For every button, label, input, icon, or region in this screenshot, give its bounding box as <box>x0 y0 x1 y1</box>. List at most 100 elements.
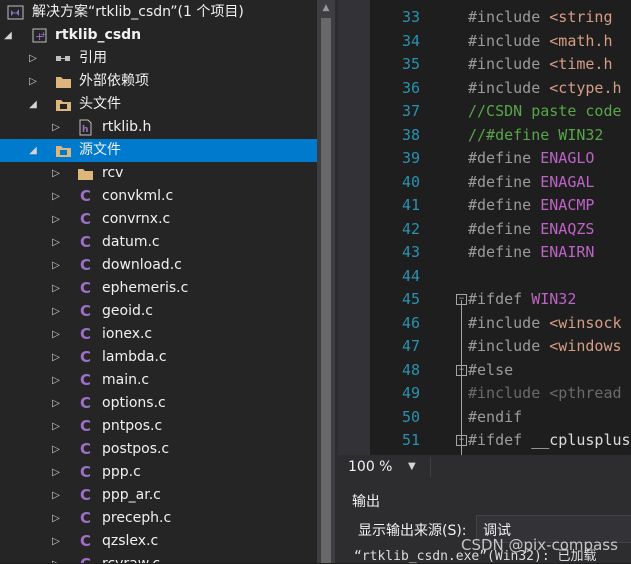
expand-arrow-icon[interactable]: ▷ <box>27 70 39 93</box>
expand-arrow-icon[interactable]: ▷ <box>50 300 62 323</box>
code-line[interactable]: #ifdef WIN32 <box>468 288 576 312</box>
expand-arrow-icon[interactable]: ▷ <box>50 185 62 208</box>
code-token: //#define WIN32 <box>468 125 604 144</box>
expand-arrow-icon[interactable]: ▷ <box>50 231 62 254</box>
code-line[interactable]: //CSDN paste code <box>468 100 622 124</box>
source-file-item[interactable]: ▷ Cconvkml.c <box>0 185 317 208</box>
source-file-item[interactable]: ▷ Cionex.c <box>0 323 317 346</box>
collapse-arrow-icon[interactable]: ◢ <box>27 139 39 162</box>
headers-label: 头文件 <box>79 96 121 112</box>
c-file-icon: C <box>79 394 91 412</box>
source-file-item[interactable]: ▷ Cgeoid.c <box>0 300 317 323</box>
source-file-item[interactable]: ▷ Cconvrnx.c <box>0 208 317 231</box>
preprocessor-directive: #define <box>468 149 541 167</box>
expand-arrow-icon[interactable]: ▷ <box>50 346 62 369</box>
source-file-item[interactable]: ▷ Coptions.c <box>0 392 317 415</box>
expand-arrow-icon[interactable]: ▷ <box>50 116 62 139</box>
c-file-icon: C <box>79 187 91 205</box>
expand-arrow-icon[interactable]: ▷ <box>50 461 62 484</box>
line-number: 48 <box>401 360 420 379</box>
line-number: 35 <box>401 55 420 73</box>
project-label: rtklib_csdn <box>55 27 142 43</box>
code-line[interactable]: #ifdef __cplusplus <box>468 429 631 453</box>
scrollbar-thumb[interactable] <box>321 18 331 563</box>
code-line[interactable]: #define ENAIRN <box>468 241 594 265</box>
output-source-label: 显示输出来源(S): <box>358 523 467 539</box>
line-number: 36 <box>401 78 420 97</box>
source-file-item[interactable]: ▷ Cpreceph.c <box>0 507 317 530</box>
solution-root[interactable]: 解决方案“rtklib_csdn”(1 个项目) <box>0 1 317 24</box>
code-token: ENAIRN <box>540 243 595 261</box>
line-number: 46 <box>401 313 420 332</box>
source-file-item[interactable]: ▷ Clambda.c <box>0 346 317 369</box>
external-deps-node[interactable]: ▷ 外部依赖项 <box>0 70 317 93</box>
chevron-down-icon[interactable]: ▼ <box>408 457 416 477</box>
references-node[interactable]: ▷ 引用 <box>0 47 317 70</box>
collapse-arrow-icon[interactable]: ◢ <box>27 93 39 116</box>
project-node[interactable]: ◢ + + rtklib_csdn <box>0 24 317 47</box>
headers-node[interactable]: ◢ 头文件 <box>0 93 317 116</box>
code-line[interactable]: #include <winsock <box>468 312 622 336</box>
c-file-icon: C <box>79 463 91 481</box>
code-line[interactable]: #define ENACMP <box>468 194 594 218</box>
source-file-label: rcvraw.c <box>102 553 160 563</box>
solution-label: 解决方案“rtklib_csdn”(1 个项目) <box>32 4 244 20</box>
source-file-item[interactable]: ▷ Cdatum.c <box>0 231 317 254</box>
source-file-item[interactable]: ▷ Cdownload.c <box>0 254 317 277</box>
code-token: //CSDN paste code <box>468 102 622 120</box>
line-number: 40 <box>401 172 420 191</box>
c-file-icon: C <box>79 348 91 366</box>
expand-arrow-icon[interactable]: ▷ <box>50 507 62 530</box>
expand-arrow-icon[interactable]: ▷ <box>50 415 62 438</box>
code-line[interactable]: #include <time.h <box>468 53 613 77</box>
expand-arrow-icon[interactable]: ▷ <box>50 254 62 277</box>
expand-arrow-icon[interactable]: ▷ <box>50 553 62 563</box>
rcv-folder-node[interactable]: ▷ rcv <box>0 162 317 185</box>
c-file-icon: C <box>79 302 91 320</box>
editor-status-bar: 100 % ▼ <box>338 455 631 479</box>
expand-arrow-icon[interactable]: ▷ <box>50 162 62 185</box>
source-file-item[interactable]: ▷ Cqzslex.c <box>0 530 317 553</box>
expand-arrow-icon[interactable]: ▷ <box>50 323 62 346</box>
code-line[interactable]: #endif <box>468 406 522 430</box>
expand-arrow-icon[interactable]: ▷ <box>27 47 39 70</box>
code-line[interactable]: //#define WIN32 <box>468 124 603 148</box>
header-file-item[interactable]: ▷ h rtklib.h <box>0 116 317 139</box>
source-file-item[interactable]: ▷ Cephemeris.c <box>0 277 317 300</box>
code-line[interactable]: #include <pthread <box>468 382 622 406</box>
source-file-item[interactable]: ▷ Cppp.c <box>0 461 317 484</box>
source-file-item[interactable]: ▷ Cpntpos.c <box>0 415 317 438</box>
expand-arrow-icon[interactable]: ▷ <box>50 530 62 553</box>
expand-arrow-icon[interactable]: ▷ <box>50 438 62 461</box>
code-token: ENAGLO <box>540 149 595 167</box>
code-line[interactable]: #include <ctype.h <box>468 77 622 101</box>
code-line[interactable]: #define ENAGAL <box>468 171 594 195</box>
expand-arrow-icon[interactable]: ▷ <box>50 277 62 300</box>
code-line[interactable]: #define ENAGLO <box>468 147 594 171</box>
code-line[interactable]: #include <windows <box>468 335 622 359</box>
divider <box>430 457 431 477</box>
source-file-item[interactable]: ▷ Crcvraw.c <box>0 553 317 564</box>
expand-arrow-icon[interactable]: ▷ <box>50 392 62 415</box>
sources-node[interactable]: ◢ 源文件 <box>0 139 317 162</box>
code-line[interactable]: #include <string <box>468 6 613 30</box>
code-token: ENACMP <box>540 196 595 214</box>
source-file-item[interactable]: ▷ Cpostpos.c <box>0 438 317 461</box>
source-file-item[interactable]: ▷ Cppp_ar.c <box>0 484 317 507</box>
code-token: ENAQZS <box>540 219 595 238</box>
collapse-arrow-icon[interactable]: ◢ <box>2 24 14 47</box>
code-line[interactable]: #include <math.h <box>468 30 613 54</box>
scroll-up-arrow-icon[interactable]: ▲ <box>317 0 335 16</box>
explorer-scrollbar[interactable]: ▲ <box>317 0 335 563</box>
c-file-icon: C <box>79 417 91 435</box>
zoom-level[interactable]: 100 % <box>348 457 392 477</box>
code-line[interactable]: #define ENAQZS <box>468 218 594 242</box>
code-line[interactable]: #else <box>468 359 513 383</box>
folder-icon <box>56 77 71 88</box>
expand-arrow-icon[interactable]: ▷ <box>50 208 62 231</box>
expand-arrow-icon[interactable]: ▷ <box>50 484 62 507</box>
source-file-label: convrnx.c <box>102 211 171 227</box>
source-file-item[interactable]: ▷ Cmain.c <box>0 369 317 392</box>
expand-arrow-icon[interactable]: ▷ <box>50 369 62 392</box>
preprocessor-directive: #else <box>468 360 514 379</box>
